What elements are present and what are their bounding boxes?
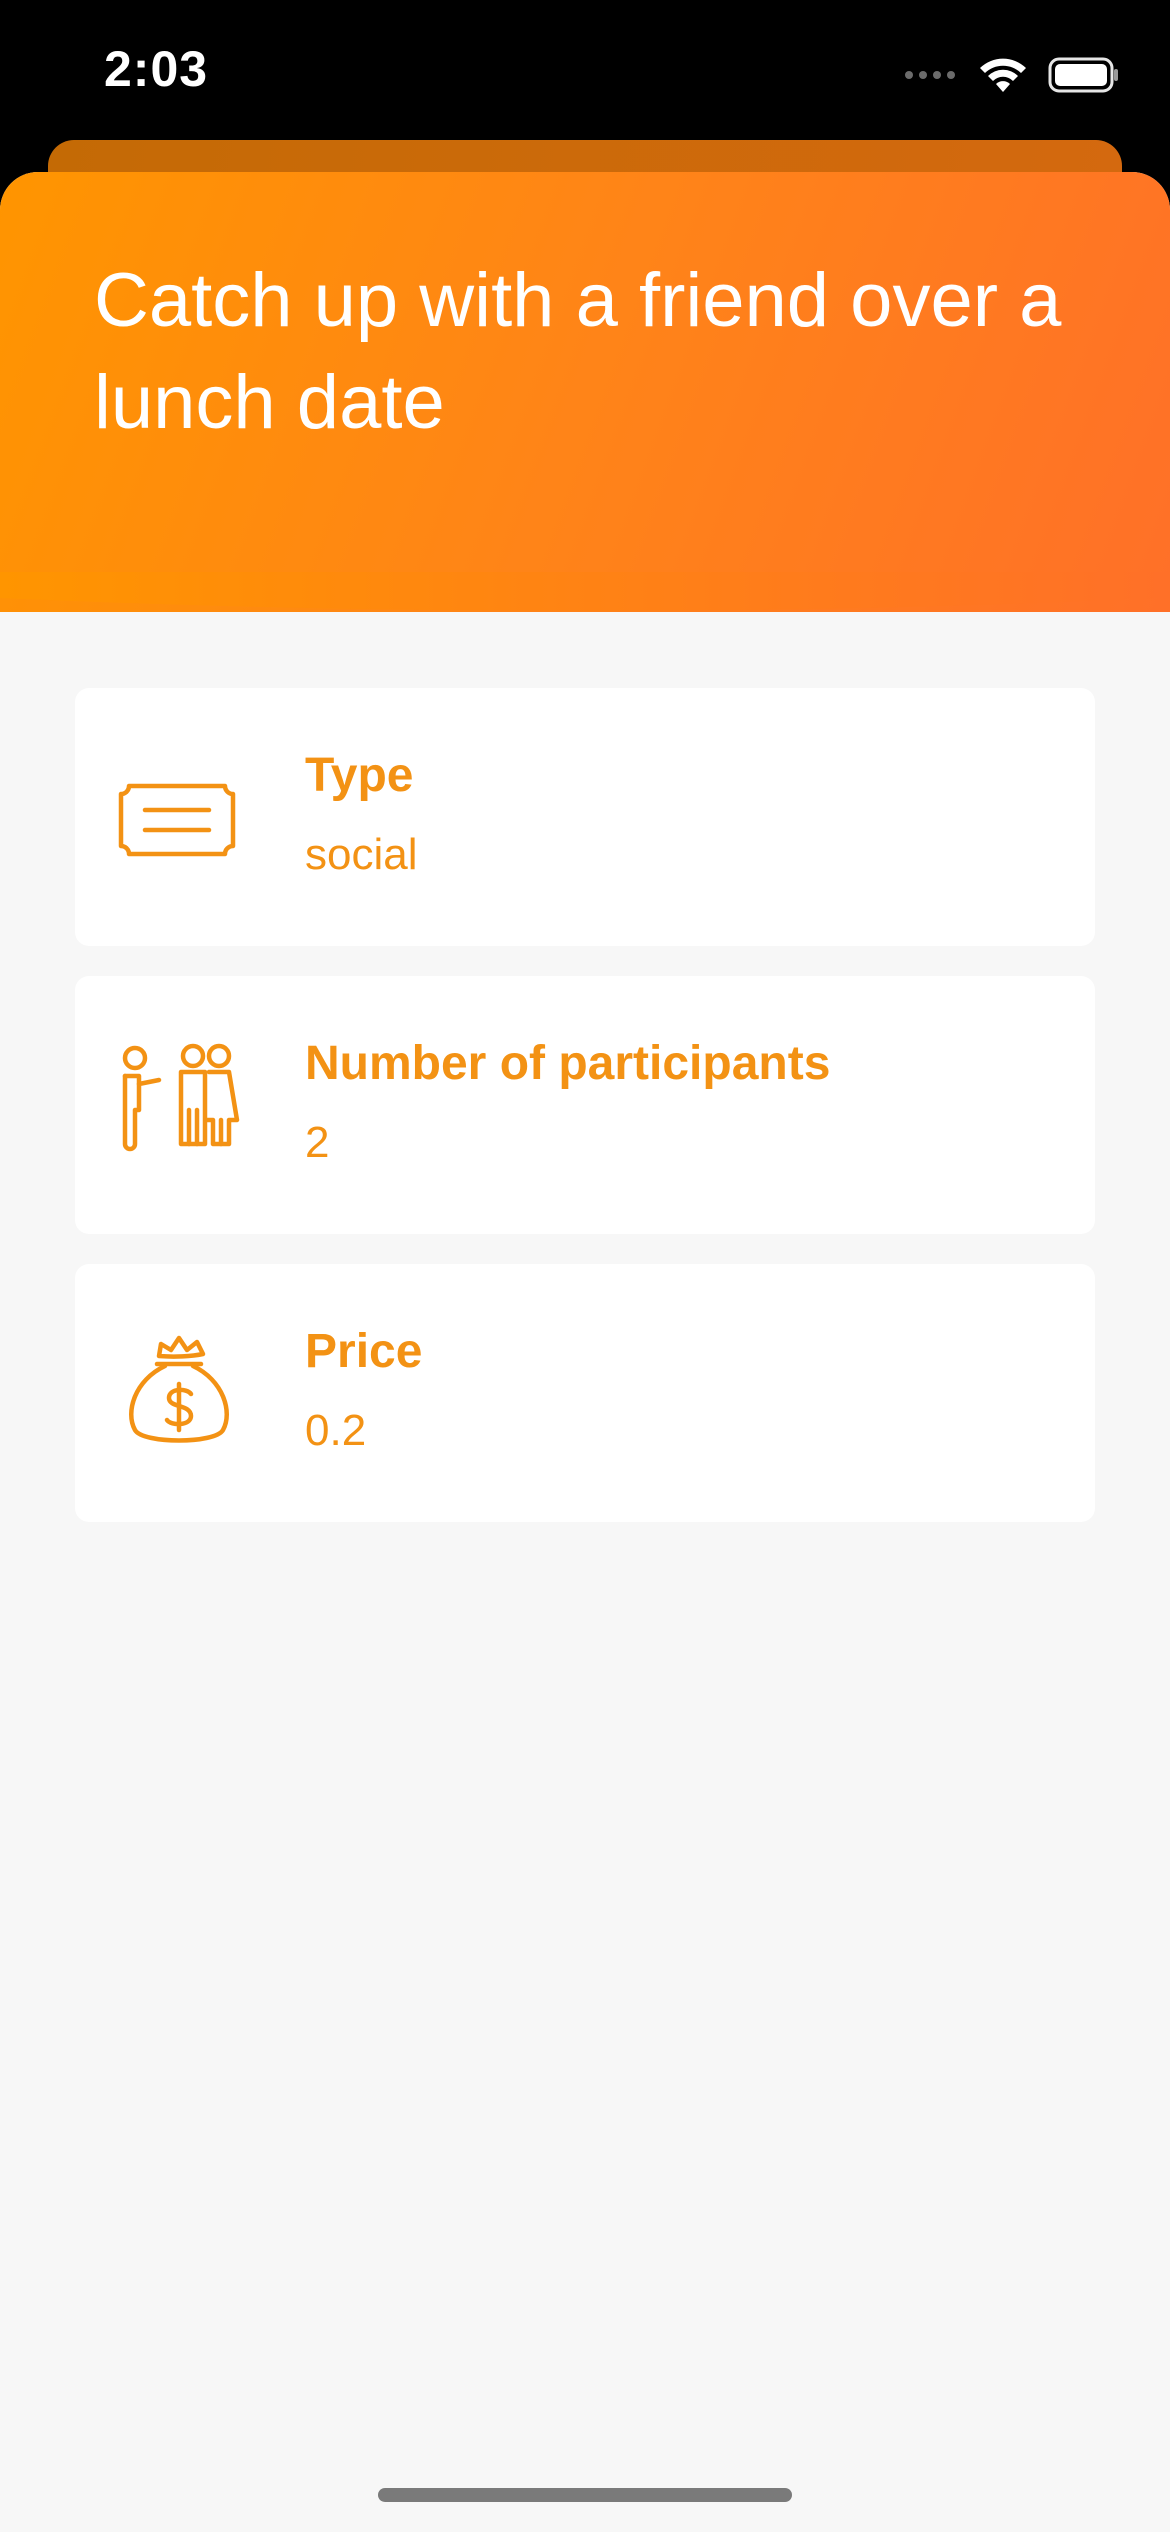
status-icons	[904, 50, 1120, 100]
home-indicator[interactable]	[378, 2488, 792, 2502]
ticket-icon	[118, 783, 236, 857]
cellular-signal-icon	[905, 71, 955, 79]
battery-icon	[1048, 57, 1118, 93]
participants-icon	[122, 1043, 240, 1152]
status-time: 2:03	[104, 41, 209, 97]
wifi-icon	[980, 58, 1026, 92]
money-bag-icon	[129, 1335, 229, 1443]
type-value: social	[305, 830, 418, 879]
type-card: Type social	[75, 688, 1095, 946]
screen: 2:03 Catch up with a friend over a lunch…	[0, 0, 1170, 2532]
participants-value: 2	[305, 1118, 330, 1167]
activity-title: Catch up with a friend over a lunch date	[94, 258, 1062, 445]
participants-card: Number of participants 2	[75, 976, 1095, 1234]
details-list: Type social Number of participants 2 Pri…	[75, 688, 1095, 1552]
header-curve	[0, 572, 1170, 611]
price-card: Price 0.2	[75, 1264, 1095, 1522]
status-bar: 2:03	[0, 0, 1170, 140]
activity-sheet: Catch up with a friend over a lunch date…	[0, 172, 1170, 2532]
activity-header: Catch up with a friend over a lunch date	[0, 172, 1170, 612]
price-value: 0.2	[305, 1406, 367, 1455]
participants-label: Number of participants	[305, 1037, 831, 1090]
type-label: Type	[305, 749, 414, 802]
price-label: Price	[305, 1325, 423, 1378]
